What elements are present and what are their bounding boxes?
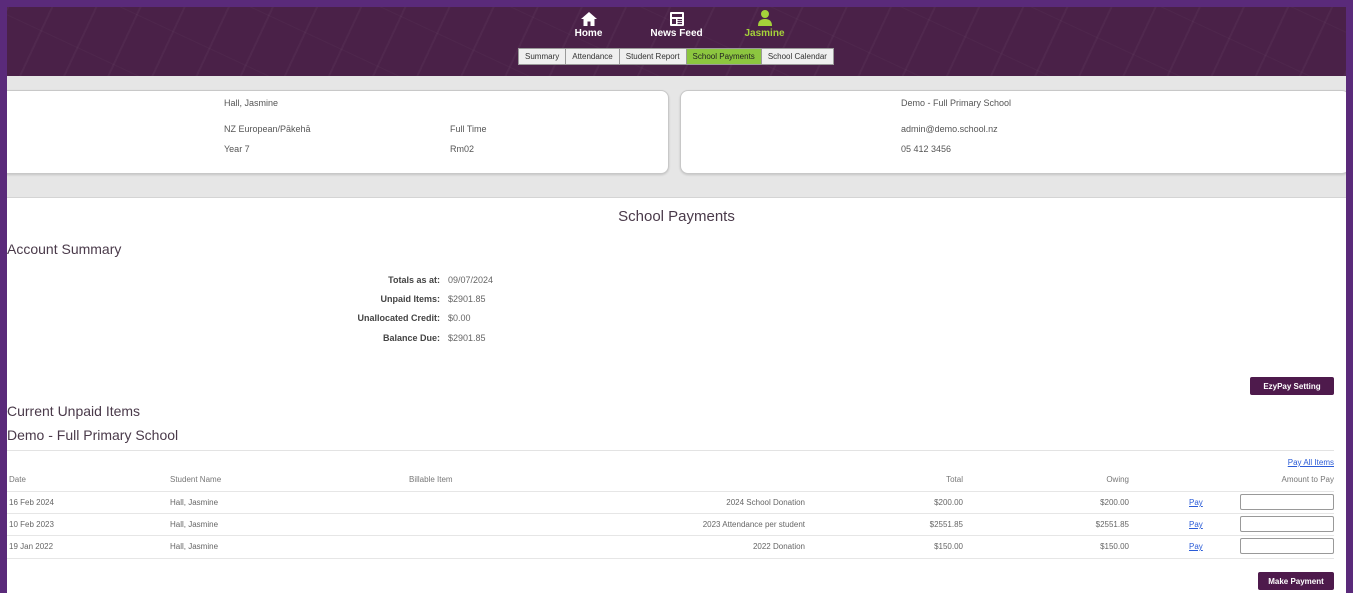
school-name: Demo - Full Primary School (901, 98, 1012, 108)
nav-home[interactable]: Home (559, 9, 619, 39)
nav-student-label: Jasmine (744, 28, 785, 39)
row-total: $150.00 (934, 542, 963, 551)
amount-to-pay-input[interactable] (1240, 494, 1334, 510)
home-icon (580, 9, 598, 27)
student-info-card: Hall, Jasmine NZ European/Pākehā Full Ti… (7, 90, 669, 174)
row-item: 2022 Donation (752, 542, 805, 551)
table-row: 10 Feb 2023 Hall, Jasmine 2023 Attendanc… (7, 513, 1334, 536)
table-row: 19 Jan 2022 Hall, Jasmine 2022 Donation … (7, 535, 1334, 559)
school-phone: 05 412 3456 (901, 144, 952, 154)
tab-summary[interactable]: Summary (518, 48, 567, 65)
tab-attendance[interactable]: Attendance (565, 48, 620, 65)
row-total: $2551.85 (929, 520, 963, 529)
account-summary-heading: Account Summary (7, 241, 122, 257)
summary-totals-value: 09/07/2024 (448, 275, 494, 285)
main-nav: Home News Feed Jasmine (7, 9, 1346, 39)
row-item: 2024 School Donation (726, 498, 805, 507)
student-attendance-type: Full Time (450, 124, 487, 134)
pay-link[interactable]: Pay (1189, 498, 1203, 507)
summary-label: Unallocated Credit: (357, 313, 440, 323)
school-info-card: Demo - Full Primary School admin@demo.sc… (680, 90, 1346, 174)
newspaper-icon (669, 9, 685, 27)
row-student: Hall, Jasmine (170, 542, 219, 551)
row-total: $200.00 (934, 498, 963, 507)
tab-school-payments[interactable]: School Payments (685, 48, 762, 65)
top-header: Home News Feed Jasmine Summary Attendanc… (7, 7, 1346, 76)
tab-student-report[interactable]: Student Report (618, 48, 687, 65)
row-date: 10 Feb 2023 (9, 520, 54, 529)
student-room: Rm02 (450, 144, 475, 154)
row-owing: $150.00 (1100, 542, 1129, 551)
amount-to-pay-input[interactable] (1240, 538, 1334, 554)
nav-student[interactable]: Jasmine (735, 9, 795, 39)
school-heading: Demo - Full Primary School (7, 427, 179, 443)
tab-school-calendar[interactable]: School Calendar (760, 48, 834, 65)
table-header: Date Student Name Billable Item Total Ow… (7, 469, 1334, 491)
page-title: School Payments (618, 208, 735, 225)
summary-unpaid-value: $2901.85 (448, 294, 486, 304)
col-date: Date (9, 475, 26, 484)
sub-tabs: Summary Attendance Student Report School… (7, 48, 1346, 65)
col-student: Student Name (170, 475, 222, 484)
col-item: Billable Item (409, 475, 453, 484)
row-student: Hall, Jasmine (170, 520, 219, 529)
summary-label: Balance Due: (382, 333, 440, 343)
col-owing: Owing (1106, 475, 1129, 484)
col-total: Total (946, 475, 963, 484)
col-amount: Amount to Pay (1281, 475, 1334, 484)
summary-label: Totals as at: (388, 275, 440, 285)
student-name: Hall, Jasmine (224, 98, 279, 108)
nav-news-feed[interactable]: News Feed (647, 9, 707, 39)
school-payments-panel: School Payments Account Summary Totals a… (7, 197, 1346, 593)
summary-balance-value: $2901.85 (448, 333, 486, 343)
pay-link[interactable]: Pay (1189, 542, 1203, 551)
section-divider (7, 450, 1334, 451)
ezypay-setting-button[interactable]: EzyPay Setting (1250, 377, 1334, 395)
person-icon (757, 9, 773, 27)
student-ethnicity: NZ European/Pākehā (224, 124, 311, 134)
row-date: 16 Feb 2024 (9, 498, 54, 507)
summary-credit-value: $0.00 (448, 313, 471, 323)
row-item: 2023 Attendance per student (702, 520, 805, 529)
nav-news-feed-label: News Feed (650, 28, 703, 39)
app-frame: Home News Feed Jasmine Summary Attendanc… (7, 7, 1346, 593)
school-email: admin@demo.school.nz (901, 124, 998, 134)
summary-label: Unpaid Items: (380, 294, 440, 304)
student-year: Year 7 (224, 144, 250, 154)
row-student: Hall, Jasmine (170, 498, 219, 507)
table-row: 16 Feb 2024 Hall, Jasmine 2024 School Do… (7, 491, 1334, 514)
make-payment-button[interactable]: Make Payment (1258, 572, 1334, 590)
pay-link[interactable]: Pay (1189, 520, 1203, 529)
row-owing: $200.00 (1100, 498, 1129, 507)
nav-home-label: Home (574, 28, 603, 39)
unpaid-items-heading: Current Unpaid Items (7, 403, 141, 419)
amount-to-pay-input[interactable] (1240, 516, 1334, 532)
row-owing: $2551.85 (1095, 520, 1129, 529)
row-date: 19 Jan 2022 (9, 542, 54, 551)
pay-all-items-link[interactable]: Pay All Items (1288, 458, 1334, 467)
